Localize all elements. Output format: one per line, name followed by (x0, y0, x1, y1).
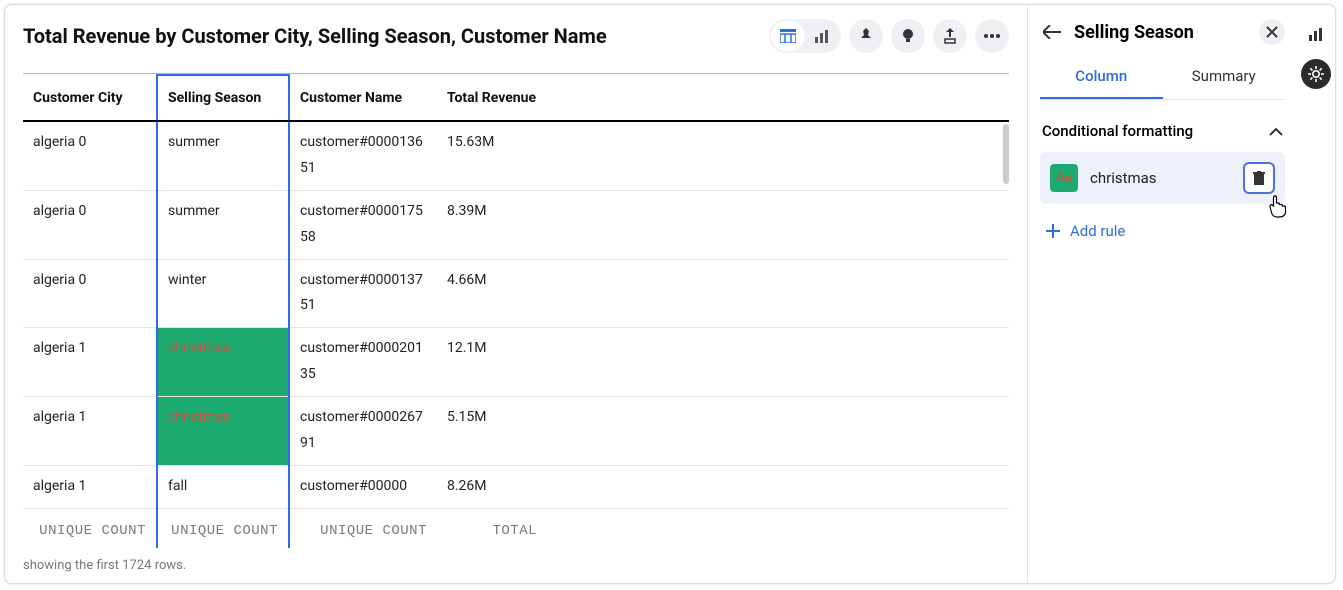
delete-rule-button[interactable] (1243, 162, 1275, 194)
table-row[interactable]: algeria 0summercustomer#0000175588.39M (23, 190, 1009, 259)
table-row[interactable]: algeria 1fallcustomer#000008.26M (23, 465, 1009, 508)
section-label: Conditional formatting (1042, 122, 1193, 140)
table-cell (547, 190, 1009, 259)
scrollbar[interactable] (1003, 124, 1009, 184)
col-header-revenue[interactable]: Total Revenue (437, 75, 547, 121)
add-rule-label: Add rule (1070, 222, 1125, 240)
footer-value: 248 (23, 547, 157, 548)
chevron-up-icon (1269, 127, 1283, 136)
bar-chart-icon (814, 29, 830, 43)
share-button[interactable] (933, 19, 967, 53)
table-cell: customer#00000 (289, 465, 437, 508)
footer-value: 1.18K (289, 547, 437, 548)
data-table: Customer City Selling Season Customer Na… (23, 73, 1009, 548)
table-icon (780, 29, 796, 43)
table-cell: algeria 1 (23, 465, 157, 508)
table-cell: algeria 1 (23, 397, 157, 466)
column-settings-panel: Selling Season Column Summary Conditiona… (1027, 5, 1297, 583)
col-header-customer[interactable]: Customer Name (289, 75, 437, 121)
col-header-city[interactable]: Customer City (23, 75, 157, 121)
table-row[interactable]: algeria 0summercustomer#00001365115.63M (23, 121, 1009, 190)
view-toggle (769, 19, 841, 53)
formatting-rule[interactable]: Aa christmas (1040, 152, 1285, 204)
table-row[interactable]: algeria 0wintercustomer#0000137514.66M (23, 259, 1009, 328)
footer-label: UNIQUE COUNT (157, 508, 289, 546)
table-cell: 8.39M (437, 190, 547, 259)
col-header-empty (547, 75, 1009, 121)
table-cell: 8.26M (437, 465, 547, 508)
table-cell: algeria 1 (23, 328, 157, 397)
footer-label: TOTAL (437, 508, 547, 546)
table-cell: algeria 0 (23, 121, 157, 190)
plus-icon (1046, 224, 1060, 238)
right-rail (1297, 5, 1335, 583)
back-button[interactable] (1040, 20, 1064, 44)
table-cell: christmas (157, 397, 289, 466)
rail-chart-button[interactable] (1301, 19, 1331, 49)
conditional-formatting-section[interactable]: Conditional formatting (1040, 116, 1285, 152)
row-count-label: showing the first 1724 rows. (23, 548, 1009, 573)
bar-chart-icon (1308, 27, 1324, 41)
more-button[interactable] (975, 19, 1009, 53)
share-icon (943, 28, 957, 44)
pin-button[interactable] (849, 19, 883, 53)
table-cell: christmas (157, 328, 289, 397)
table-cell: summer (157, 190, 289, 259)
col-header-season[interactable]: Selling Season (157, 75, 289, 121)
close-button[interactable] (1259, 19, 1285, 45)
table-cell: 5.15M (437, 397, 547, 466)
rule-swatch: Aa (1050, 164, 1078, 192)
table-cell: 15.63M (437, 121, 547, 190)
tab-summary[interactable]: Summary (1163, 59, 1286, 99)
more-icon (984, 34, 1000, 38)
table-cell: winter (157, 259, 289, 328)
table-cell: fall (157, 465, 289, 508)
table-cell: algeria 0 (23, 259, 157, 328)
rule-label: christmas (1090, 169, 1231, 187)
table-cell: customer#000020135 (289, 328, 437, 397)
footer-value: 5 (157, 547, 289, 548)
table-cell: customer#000017558 (289, 190, 437, 259)
table-row[interactable]: algeria 1christmascustomer#00002013512.1… (23, 328, 1009, 397)
tab-column[interactable]: Column (1040, 59, 1163, 99)
table-cell (547, 465, 1009, 508)
pin-icon (859, 28, 873, 44)
toolbar (769, 19, 1009, 53)
table-cell (547, 328, 1009, 397)
page-title: Total Revenue by Customer City, Selling … (23, 24, 607, 48)
trash-icon (1253, 171, 1265, 185)
gear-icon (1308, 66, 1324, 82)
footer-value: 18.05B (437, 547, 547, 548)
panel-title: Selling Season (1074, 22, 1249, 43)
footer-label: UNIQUE COUNT (289, 508, 437, 546)
table-view-button[interactable] (771, 21, 805, 51)
add-rule-button[interactable]: Add rule (1040, 204, 1285, 258)
arrow-left-icon (1043, 25, 1061, 39)
table-cell (547, 121, 1009, 190)
chart-view-button[interactable] (805, 21, 839, 51)
table-cell (547, 259, 1009, 328)
table-cell: 4.66M (437, 259, 547, 328)
table-cell: customer#000013751 (289, 259, 437, 328)
close-icon (1266, 26, 1278, 38)
insight-button[interactable] (891, 19, 925, 53)
panel-tabs: Column Summary (1040, 59, 1285, 100)
table-cell: 12.1M (437, 328, 547, 397)
table-cell: summer (157, 121, 289, 190)
footer-label: UNIQUE COUNT (23, 508, 157, 546)
table-cell: customer#000026791 (289, 397, 437, 466)
table-row[interactable]: algeria 1christmascustomer#0000267915.15… (23, 397, 1009, 466)
lightbulb-icon (901, 28, 915, 44)
rail-settings-button[interactable] (1301, 59, 1331, 89)
table-cell: customer#000013651 (289, 121, 437, 190)
table-cell (547, 397, 1009, 466)
table-cell: algeria 0 (23, 190, 157, 259)
